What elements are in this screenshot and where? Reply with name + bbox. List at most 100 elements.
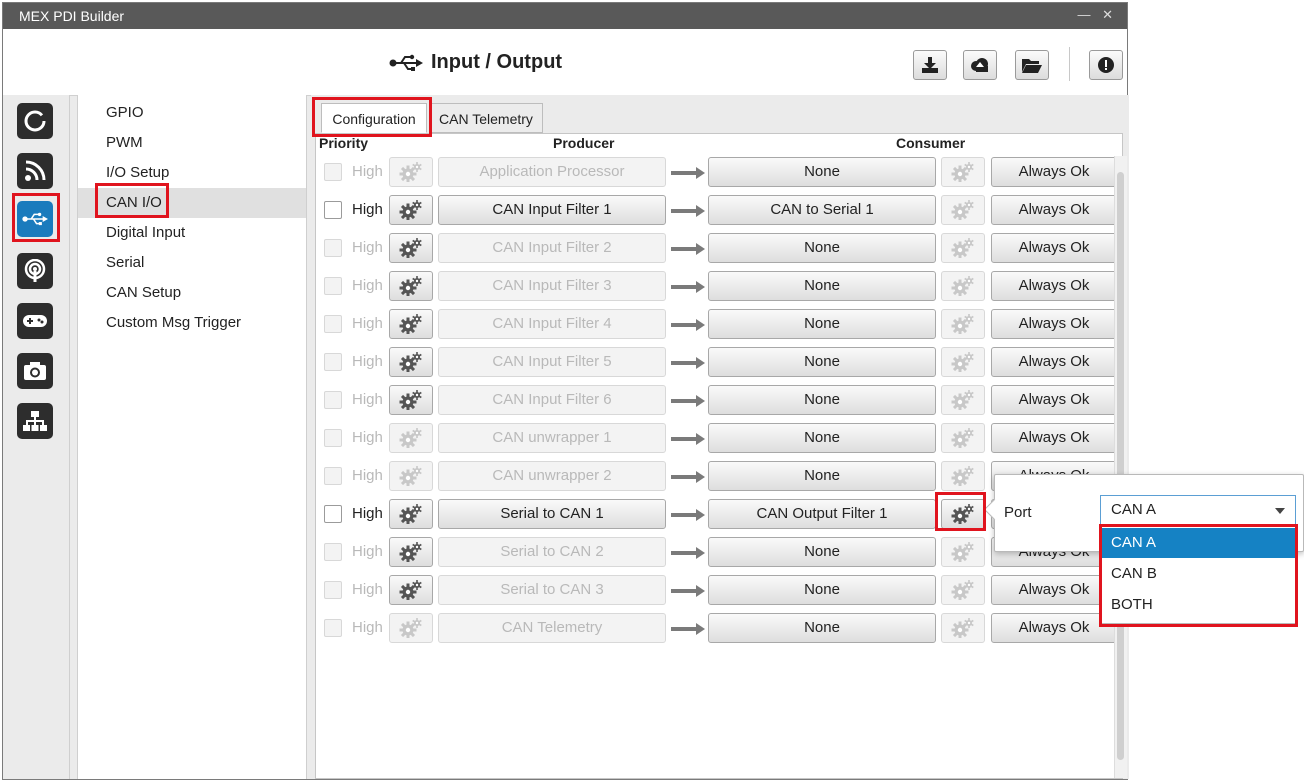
port-option-can-b[interactable]: CAN B xyxy=(1101,559,1295,589)
consumer-button[interactable]: CAN Output Filter 1 xyxy=(708,499,936,529)
consumer-button[interactable]: None xyxy=(708,271,936,301)
status-button[interactable]: Always Ok xyxy=(991,157,1117,187)
sidebar-camera-button[interactable] xyxy=(17,353,53,389)
priority-high-checkbox[interactable] xyxy=(324,201,342,219)
producer-button[interactable]: CAN Telemetry xyxy=(438,613,666,643)
producer-settings-button[interactable] xyxy=(389,233,433,263)
producer-button[interactable]: Serial to CAN 3 xyxy=(438,575,666,605)
producer-button[interactable]: Serial to CAN 2 xyxy=(438,537,666,567)
status-button[interactable]: Always Ok xyxy=(991,195,1117,225)
vertical-scrollbar[interactable] xyxy=(1114,156,1127,778)
producer-button[interactable]: CAN Input Filter 2 xyxy=(438,233,666,263)
consumer-settings-button[interactable] xyxy=(941,309,985,339)
producer-settings-button[interactable] xyxy=(389,347,433,377)
producer-settings-button[interactable] xyxy=(389,613,433,643)
priority-high-checkbox[interactable] xyxy=(324,619,342,637)
priority-high-checkbox[interactable] xyxy=(324,353,342,371)
consumer-settings-button[interactable] xyxy=(941,271,985,301)
download-button[interactable] xyxy=(913,50,947,80)
sidebar-status-button[interactable] xyxy=(17,103,53,139)
producer-button[interactable]: Serial to CAN 1 xyxy=(438,499,666,529)
consumer-settings-button[interactable] xyxy=(941,537,985,567)
priority-high-checkbox[interactable] xyxy=(324,391,342,409)
producer-button[interactable]: CAN Input Filter 3 xyxy=(438,271,666,301)
consumer-button[interactable]: None xyxy=(708,385,936,415)
producer-button[interactable]: Application Processor xyxy=(438,157,666,187)
producer-settings-button[interactable] xyxy=(389,385,433,415)
scrollbar-thumb[interactable] xyxy=(1117,172,1124,760)
producer-button[interactable]: CAN Input Filter 6 xyxy=(438,385,666,415)
consumer-settings-button[interactable] xyxy=(941,233,985,263)
consumer-settings-button[interactable] xyxy=(941,347,985,377)
consumer-settings-button[interactable] xyxy=(941,157,985,187)
submenu-item-serial[interactable]: Serial xyxy=(78,248,306,278)
status-button[interactable]: Always Ok xyxy=(991,309,1117,339)
window-controls[interactable]: — ✕ xyxy=(1077,7,1117,23)
status-button[interactable]: Always Ok xyxy=(991,613,1117,643)
priority-high-checkbox[interactable] xyxy=(324,543,342,561)
consumer-settings-button[interactable] xyxy=(941,613,985,643)
consumer-settings-button[interactable] xyxy=(941,423,985,453)
consumer-button[interactable]: None xyxy=(708,461,936,491)
consumer-settings-button[interactable] xyxy=(941,499,985,529)
status-button[interactable]: Always Ok xyxy=(991,271,1117,301)
consumer-settings-button[interactable] xyxy=(941,461,985,491)
sidebar-io-button[interactable] xyxy=(17,201,53,237)
consumer-settings-button[interactable] xyxy=(941,385,985,415)
open-folder-button[interactable] xyxy=(1015,50,1049,80)
consumer-button[interactable]: CAN to Serial 1 xyxy=(708,195,936,225)
submenu-item-pwm[interactable]: PWM xyxy=(78,128,306,158)
info-button[interactable] xyxy=(1089,50,1123,80)
producer-settings-button[interactable] xyxy=(389,537,433,567)
producer-settings-button[interactable] xyxy=(389,157,433,187)
cloud-upload-button[interactable] xyxy=(963,50,997,80)
consumer-button[interactable]: None xyxy=(708,309,936,339)
submenu-item-custom-msg-trigger[interactable]: Custom Msg Trigger xyxy=(78,308,306,338)
consumer-settings-button[interactable] xyxy=(941,195,985,225)
consumer-button[interactable]: None xyxy=(708,233,936,263)
sidebar-network-button[interactable] xyxy=(17,403,53,439)
producer-settings-button[interactable] xyxy=(389,423,433,453)
producer-button[interactable]: CAN Input Filter 5 xyxy=(438,347,666,377)
priority-high-checkbox[interactable] xyxy=(324,581,342,599)
tab-can-telemetry[interactable]: CAN Telemetry xyxy=(429,103,543,133)
producer-settings-button[interactable] xyxy=(389,575,433,605)
priority-high-checkbox[interactable] xyxy=(324,277,342,295)
submenu-item-io-setup[interactable]: I/O Setup xyxy=(78,158,306,188)
status-button[interactable]: Always Ok xyxy=(991,423,1117,453)
producer-settings-button[interactable] xyxy=(389,461,433,491)
priority-high-checkbox[interactable] xyxy=(324,163,342,181)
producer-button[interactable]: CAN Input Filter 1 xyxy=(438,195,666,225)
port-select[interactable]: CAN A xyxy=(1100,495,1296,525)
priority-high-checkbox[interactable] xyxy=(324,429,342,447)
submenu-item-can-setup[interactable]: CAN Setup xyxy=(78,278,306,308)
port-option-both[interactable]: BOTH xyxy=(1101,590,1295,620)
producer-settings-button[interactable] xyxy=(389,309,433,339)
priority-high-checkbox[interactable] xyxy=(324,239,342,257)
consumer-button[interactable]: None xyxy=(708,157,936,187)
sidebar-controller-button[interactable] xyxy=(17,303,53,339)
tab-configuration[interactable]: Configuration xyxy=(321,103,427,133)
producer-settings-button[interactable] xyxy=(389,499,433,529)
producer-button[interactable]: CAN Input Filter 4 xyxy=(438,309,666,339)
sidebar-feed-button[interactable] xyxy=(17,153,53,189)
submenu-item-can-io[interactable]: CAN I/O xyxy=(78,188,306,218)
priority-high-checkbox[interactable] xyxy=(324,505,342,523)
consumer-button[interactable]: None xyxy=(708,347,936,377)
priority-high-checkbox[interactable] xyxy=(324,467,342,485)
consumer-button[interactable]: None xyxy=(708,423,936,453)
consumer-button[interactable]: None xyxy=(708,537,936,567)
port-option-can-a[interactable]: CAN A xyxy=(1101,528,1295,558)
status-button[interactable]: Always Ok xyxy=(991,233,1117,263)
producer-settings-button[interactable] xyxy=(389,195,433,225)
producer-button[interactable]: CAN unwrapper 2 xyxy=(438,461,666,491)
producer-settings-button[interactable] xyxy=(389,271,433,301)
status-button[interactable]: Always Ok xyxy=(991,575,1117,605)
submenu-item-digital-input[interactable]: Digital Input xyxy=(78,218,306,248)
status-button[interactable]: Always Ok xyxy=(991,385,1117,415)
status-button[interactable]: Always Ok xyxy=(991,347,1117,377)
consumer-button[interactable]: None xyxy=(708,575,936,605)
priority-high-checkbox[interactable] xyxy=(324,315,342,333)
producer-button[interactable]: CAN unwrapper 1 xyxy=(438,423,666,453)
sidebar-telemetry-button[interactable] xyxy=(17,253,53,289)
